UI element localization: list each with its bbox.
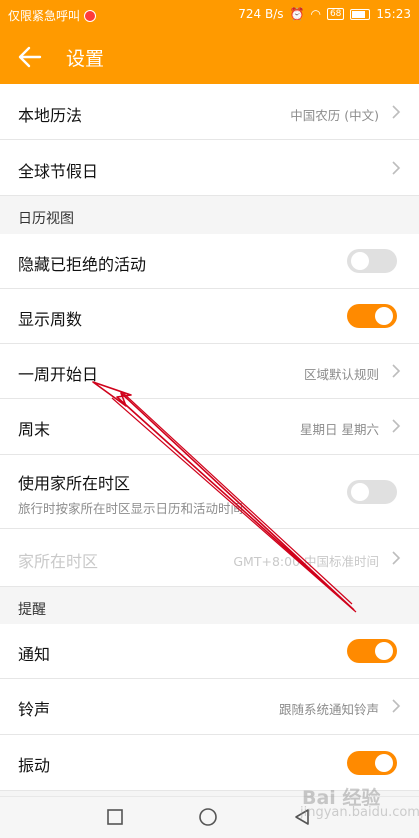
row-local-calendar[interactable]: 本地历法 中国农历 (中文) xyxy=(0,84,419,140)
row-label: 家所在时区 xyxy=(18,552,99,571)
row-home-timezone-value: 家所在时区 GMT+8:00 中国标准时间 xyxy=(0,529,419,587)
home-circle-icon[interactable] xyxy=(198,807,218,827)
row-value: 星期日 星期六 xyxy=(300,422,379,437)
toggle-knob xyxy=(375,642,393,660)
show-week-numbers-toggle[interactable] xyxy=(347,304,397,328)
row-label: 全球节假日 xyxy=(18,162,99,181)
home-timezone-toggle[interactable] xyxy=(347,480,397,504)
status-bar: 仅限紧急呼叫 724 B/s ⏰ ◠ 68 15:23 xyxy=(0,0,419,30)
network-speed: 724 B/s xyxy=(238,7,284,21)
alarm-icon: ⏰ xyxy=(289,7,305,21)
settings-list[interactable]: 本地历法 中国农历 (中文) 全球节假日 日历视图 隐藏已拒绝的活动 显示周数 … xyxy=(0,84,419,796)
section-reminders: 提醒 xyxy=(0,587,419,624)
row-value: 区域默认规则 xyxy=(303,367,379,382)
row-label: 铃声 xyxy=(18,700,51,719)
clock-time: 15:23 xyxy=(376,7,411,21)
toggle-knob xyxy=(351,483,369,501)
row-label: 通知 xyxy=(18,645,51,664)
status-left: 仅限紧急呼叫 xyxy=(8,7,97,24)
row-home-timezone[interactable]: 使用家所在时区 旅行时按家所在时区显示日历和活动时间 xyxy=(0,455,419,529)
row-value: 中国农历 (中文) xyxy=(290,108,379,123)
section-label: 日历视图 xyxy=(18,211,74,227)
row-label: 振动 xyxy=(18,756,51,775)
row-global-holidays[interactable]: 全球节假日 xyxy=(0,140,419,196)
chevron-right-icon xyxy=(392,551,401,565)
recents-square-icon[interactable] xyxy=(105,807,125,827)
chevron-right-icon xyxy=(392,419,401,433)
row-hide-declined[interactable]: 隐藏已拒绝的活动 xyxy=(0,234,419,289)
toggle-knob xyxy=(351,252,369,270)
row-label: 隐藏已拒绝的活动 xyxy=(18,255,147,274)
row-ringtone[interactable]: 铃声 跟随系统通知铃声 xyxy=(0,679,419,735)
row-label: 使用家所在时区 xyxy=(18,474,131,493)
section-label: 提醒 xyxy=(18,602,46,618)
chevron-right-icon xyxy=(392,105,401,119)
toggle-knob xyxy=(375,307,393,325)
chevron-right-icon xyxy=(392,161,401,175)
row-show-week-numbers[interactable]: 显示周数 xyxy=(0,289,419,344)
app-bar: 设置 xyxy=(0,30,419,84)
battery-icon xyxy=(350,8,371,20)
row-value: 跟随系统通知铃声 xyxy=(278,702,379,717)
wifi-icon: ◠ xyxy=(310,7,321,21)
row-week-start[interactable]: 一周开始日 区域默认规则 xyxy=(0,344,419,399)
row-notify[interactable]: 通知 xyxy=(0,624,419,679)
hide-declined-toggle[interactable] xyxy=(347,249,397,273)
vibrate-toggle[interactable] xyxy=(347,751,397,775)
notify-toggle[interactable] xyxy=(347,639,397,663)
chevron-right-icon xyxy=(392,364,401,378)
row-label: 显示周数 xyxy=(18,310,83,329)
toggle-knob xyxy=(375,754,393,772)
row-subtitle: 旅行时按家所在时区显示日历和活动时间 xyxy=(18,501,244,516)
row-label: 本地历法 xyxy=(18,106,83,125)
section-calendar-view: 日历视图 xyxy=(0,196,419,234)
status-right: 724 B/s ⏰ ◠ 68 15:23 xyxy=(238,7,411,21)
row-weekend[interactable]: 周末 星期日 星期六 xyxy=(0,399,419,455)
recording-icon xyxy=(84,9,97,22)
row-label: 周末 xyxy=(18,420,51,439)
page-title: 设置 xyxy=(66,48,105,70)
battery-badge: 68 xyxy=(326,8,345,20)
chevron-right-icon xyxy=(392,699,401,713)
carrier-text: 仅限紧急呼叫 xyxy=(8,9,81,23)
row-value: GMT+8:00 中国标准时间 xyxy=(233,554,379,569)
arrow-left-icon[interactable] xyxy=(16,43,44,71)
watermark-url: jingyan.baidu.com xyxy=(300,805,419,820)
row-label: 一周开始日 xyxy=(18,365,99,384)
